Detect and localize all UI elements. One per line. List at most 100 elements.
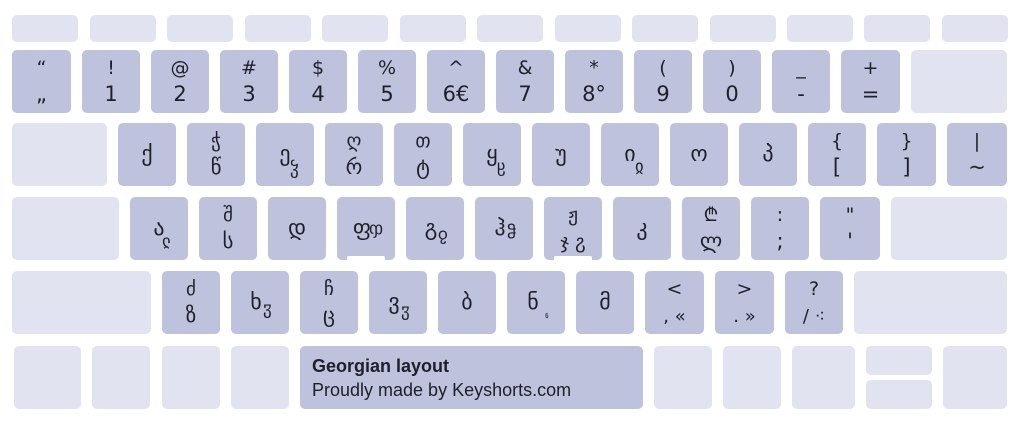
key-arrow-left[interactable] <box>792 346 855 409</box>
key-n[interactable]: ნ ჼ <box>507 271 565 334</box>
key-enter[interactable] <box>891 197 1007 260</box>
key-2[interactable]: @ 2 <box>151 50 209 113</box>
key-s[interactable]: შ ს <box>199 197 257 260</box>
key-c-shift: ჩ <box>324 278 334 300</box>
key-k[interactable]: კ <box>613 197 671 260</box>
key-7[interactable]: & 7 <box>496 50 554 113</box>
key-slash[interactable]: ? / ⁖ <box>785 271 843 334</box>
key-i[interactable]: ი ჲ <box>601 123 659 186</box>
key-z-base: ზ <box>185 303 197 327</box>
key-b[interactable]: ბ <box>438 271 496 334</box>
key-backslash[interactable]: | ~ <box>947 123 1007 186</box>
key-comma[interactable]: < , « <box>645 271 704 334</box>
key-p-base: პ <box>762 141 774 167</box>
key-r-base: რ <box>345 155 363 179</box>
key-f-alt: ჶ <box>369 219 384 239</box>
key-f-base: ფ <box>352 215 372 241</box>
homing-bump <box>347 256 385 260</box>
key-g[interactable]: გ ჹ <box>406 197 464 260</box>
key-f11[interactable] <box>864 15 930 42</box>
key-p[interactable]: პ <box>739 123 797 186</box>
spacebar-info-panel[interactable]: Georgian layout Proudly made by Keyshort… <box>300 346 643 409</box>
key-q[interactable]: ქ <box>118 123 176 186</box>
key-8[interactable]: * 8° <box>565 50 623 113</box>
key-f10[interactable] <box>787 15 853 42</box>
key-t[interactable]: თ ტ <box>394 123 452 186</box>
key-l-shift: ₾ <box>703 204 719 226</box>
key-m[interactable]: მ <box>576 271 634 334</box>
key-left-bracket-base: [ <box>832 155 842 179</box>
key-4-base: 4 <box>311 82 325 106</box>
key-w[interactable]: ჭ წ <box>187 123 245 186</box>
key-backspace[interactable] <box>911 50 1007 113</box>
key-quote[interactable]: " ' <box>820 197 880 260</box>
key-fn[interactable] <box>14 346 81 409</box>
key-right-bracket[interactable]: } ] <box>877 123 936 186</box>
key-minus[interactable]: _ - <box>772 50 830 113</box>
key-f2[interactable] <box>167 15 233 42</box>
key-esc[interactable] <box>12 15 78 42</box>
key-tilde-shift: “ <box>36 57 47 79</box>
credit-text: Proudly made by Keyshorts.com <box>312 380 572 400</box>
key-option[interactable] <box>162 346 220 409</box>
key-c[interactable]: ჩ ც <box>300 271 358 334</box>
key-v[interactable]: ვ ჳ <box>369 271 427 334</box>
key-right-shift[interactable] <box>854 271 1007 334</box>
key-period[interactable]: > . » <box>715 271 774 334</box>
key-x-base: ხ <box>250 289 262 315</box>
key-r[interactable]: ღ რ <box>325 123 383 186</box>
key-o-base: ო <box>690 141 708 167</box>
key-4[interactable]: $ 4 <box>289 50 347 113</box>
key-f[interactable]: ფ ჶ <box>337 197 395 260</box>
key-a[interactable]: ა ჺ <box>130 197 188 260</box>
key-5[interactable]: % 5 <box>358 50 416 113</box>
key-h-base: ჰ <box>494 215 506 241</box>
key-x[interactable]: ხ ჳ <box>231 271 289 334</box>
key-equal[interactable]: + = <box>841 50 900 113</box>
key-6-shift: ^ <box>448 57 464 79</box>
key-f5[interactable] <box>400 15 466 42</box>
key-e[interactable]: ე ჴ <box>256 123 314 186</box>
key-f1[interactable] <box>90 15 156 42</box>
key-o[interactable]: ო <box>670 123 728 186</box>
key-f4[interactable] <box>322 15 388 42</box>
key-f6[interactable] <box>477 15 543 42</box>
key-l[interactable]: ₾ ლ <box>682 197 740 260</box>
key-9[interactable]: ( 9 <box>634 50 692 113</box>
key-u[interactable]: უ <box>532 123 590 186</box>
key-f9[interactable] <box>710 15 776 42</box>
key-arrow-right[interactable] <box>943 346 1007 409</box>
key-j[interactable]: ჟ ჯ ჷ <box>544 197 602 260</box>
key-y[interactable]: ყ ჸ <box>463 123 521 186</box>
key-m-base: მ <box>599 289 611 315</box>
key-w-shift: ჭ <box>211 130 221 152</box>
key-arrow-down[interactable] <box>866 380 932 409</box>
key-command-left[interactable] <box>231 346 289 409</box>
key-f8[interactable] <box>632 15 698 42</box>
key-d[interactable]: დ <box>268 197 326 260</box>
key-tilde[interactable]: “ „ <box>12 50 71 113</box>
key-n-base: ნ <box>527 289 539 315</box>
key-f3[interactable] <box>245 15 311 42</box>
key-option-right[interactable] <box>723 346 781 409</box>
key-tab[interactable] <box>12 123 107 186</box>
key-x-alt: ჳ <box>263 299 272 319</box>
key-3[interactable]: # 3 <box>220 50 278 113</box>
key-equal-base: = <box>861 82 880 106</box>
key-left-bracket[interactable]: { [ <box>808 123 866 186</box>
key-caps-lock[interactable] <box>12 197 119 260</box>
key-command-right[interactable] <box>654 346 712 409</box>
key-z[interactable]: ძ ზ <box>162 271 220 334</box>
key-semicolon[interactable]: : ; <box>751 197 809 260</box>
key-0[interactable]: ) 0 <box>703 50 761 113</box>
key-left-shift[interactable] <box>12 271 151 334</box>
key-7-shift: & <box>517 57 533 79</box>
key-1[interactable]: ! 1 <box>82 50 140 113</box>
key-h[interactable]: ჰ ჵ <box>475 197 533 260</box>
key-k-base: კ <box>636 215 648 241</box>
key-arrow-up[interactable] <box>866 346 932 375</box>
key-f7[interactable] <box>555 15 621 42</box>
key-control[interactable] <box>92 346 150 409</box>
key-6[interactable]: ^ 6€ <box>427 50 485 113</box>
key-f12[interactable] <box>942 15 1008 42</box>
